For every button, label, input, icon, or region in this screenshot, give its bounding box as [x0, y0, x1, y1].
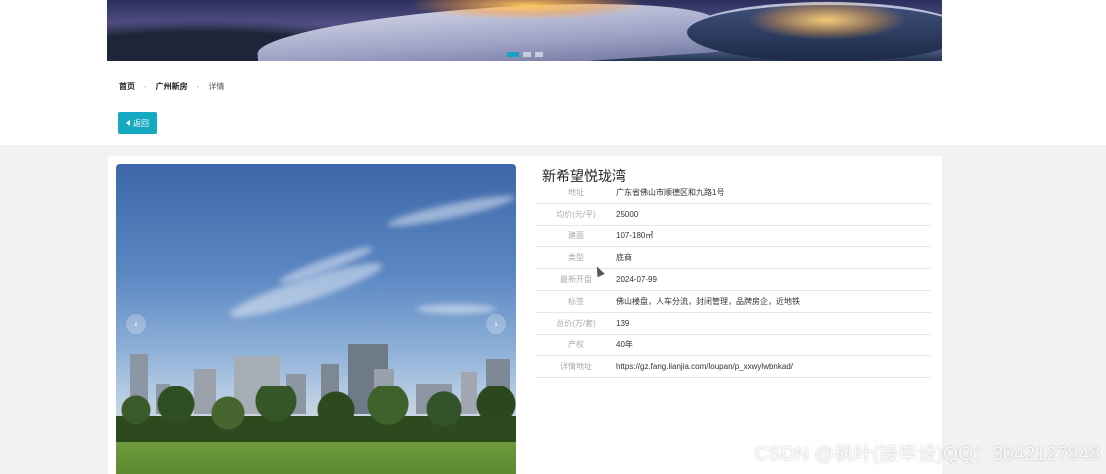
breadcrumb-separator: - — [144, 82, 147, 91]
info-label: 详情地址 — [560, 362, 592, 372]
info-label: 标签 — [568, 296, 584, 306]
cloud — [416, 304, 496, 314]
carousel-next-button[interactable]: › — [486, 314, 506, 334]
info-label: 总价(万/套) — [556, 318, 596, 328]
info-value: 25000 — [616, 209, 639, 219]
info-value-link[interactable]: https://gz.fang.lianjia.com/loupan/p_xxw… — [616, 362, 793, 371]
info-label: 地址 — [568, 187, 584, 197]
info-row-avg-price: 均价(元/平) 25000 — [536, 204, 931, 226]
info-label: 最新开盘 — [560, 275, 592, 285]
info-value: 佛山楼盘，人车分流，封闭管理，品牌房企，近地铁 — [616, 296, 800, 306]
info-row-ownership: 产权 40年 — [536, 335, 931, 357]
info-value: 139 — [616, 318, 630, 328]
breadcrumb-home[interactable]: 首页 — [119, 81, 135, 92]
info-label: 均价(元/平) — [556, 209, 596, 219]
info-row-total-price: 总价(万/套) 139 — [536, 313, 931, 335]
info-row-address: 地址 广东省佛山市顺德区和九路1号 — [536, 182, 931, 204]
info-value: 2024-07-99 — [616, 275, 657, 285]
carousel-prev-button[interactable]: ‹ — [126, 314, 146, 334]
photo-trees — [116, 386, 516, 446]
property-photo-carousel[interactable]: ‹ › — [116, 164, 516, 474]
chevron-right-icon: › — [494, 318, 498, 330]
info-value: 广东省佛山市顺德区和九路1号 — [616, 187, 725, 197]
info-row-area: 建面 107-180㎡ — [536, 226, 931, 248]
breadcrumb-current: 详情 — [208, 82, 225, 91]
info-value: 40年 — [616, 340, 633, 350]
banner-indicator-1[interactable] — [507, 52, 519, 57]
header-area: 首页 - 广州新房 - 详情 返回 — [0, 0, 1106, 145]
info-label: 类型 — [568, 253, 584, 263]
chevron-left-icon: ‹ — [134, 318, 138, 330]
breadcrumb: 首页 - 广州新房 - 详情 — [119, 81, 224, 92]
info-label: 产权 — [568, 340, 584, 350]
info-value: 107-180㎡ — [616, 231, 654, 241]
cloud — [385, 190, 516, 232]
banner-glow-right — [747, 0, 907, 40]
photo-grass — [116, 442, 516, 474]
breadcrumb-separator: - — [196, 82, 200, 91]
info-row-detail-url: 详情地址 https://gz.fang.lianjia.com/loupan/… — [536, 356, 931, 379]
back-button-label: 返回 — [133, 118, 149, 128]
info-row-tags: 标签 佛山楼盘，人车分流，封闭管理，品牌房企，近地铁 — [536, 291, 931, 313]
info-value: 底商 — [616, 253, 632, 263]
caret-left-icon — [126, 120, 130, 126]
property-info-table: 地址 广东省佛山市顺德区和九路1号 均价(元/平) 25000 建面 107-1… — [536, 182, 931, 379]
breadcrumb-category[interactable]: 广州新房 — [156, 81, 188, 92]
watermark: CSDN @枫叶(接毕设)QQ：3042127848 — [754, 444, 1100, 465]
banner-indicators — [507, 52, 543, 57]
back-button[interactable]: 返回 — [118, 112, 157, 134]
banner-indicator-2[interactable] — [523, 52, 531, 57]
info-label: 建面 — [568, 231, 584, 241]
banner-indicator-3[interactable] — [535, 52, 543, 57]
banner-carousel[interactable] — [107, 0, 942, 61]
